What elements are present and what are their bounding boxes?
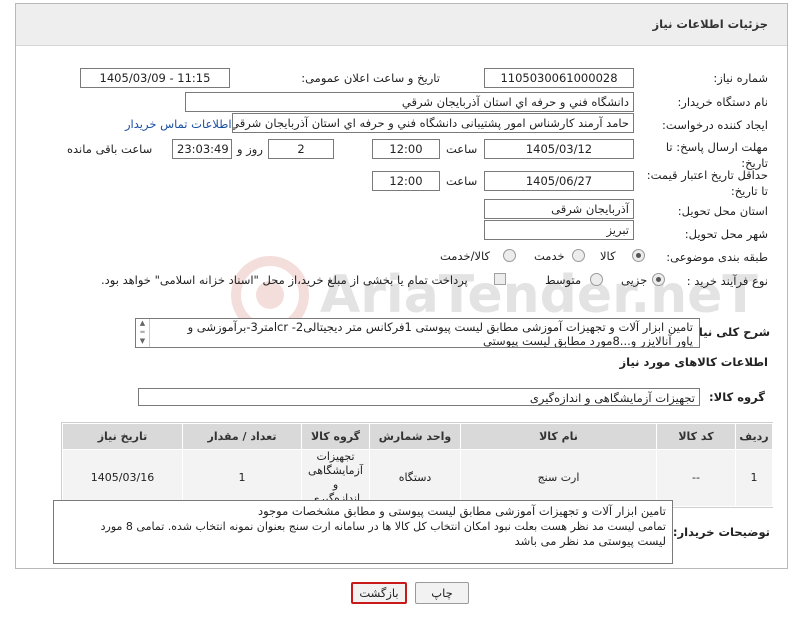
announce-datetime-label: تاریخ و ساعت اعلان عمومی: (301, 71, 440, 85)
buyer-notes-line-2: تمامی لیست مد نظر هست بعلت نبود امکان ان… (100, 520, 666, 533)
col-header-code: کد کالا (656, 423, 736, 450)
goods-group-label: گروه کالا: (709, 390, 765, 404)
validity-time-label: ساعت (446, 174, 478, 188)
cell-unit: دستگاه (369, 449, 461, 507)
remaining-time-field: 23:03:49 (172, 139, 232, 159)
process-option-minor: جزیی (621, 273, 648, 287)
goods-info-heading: اطلاعات کالاهای مورد نیاز (619, 355, 768, 369)
general-desc-label: شرح کلی نیاز: (687, 325, 770, 339)
general-desc-line-1: تامین ابزار آلات و تجهیزات آموزشی مطابق … (187, 320, 693, 334)
announce-datetime-field: 1405/03/09 - 11:15 (80, 68, 230, 88)
category-radio-goods-service[interactable] (503, 249, 516, 262)
col-header-name: نام کالا (460, 423, 657, 450)
send-date-field: 1405/03/12 (484, 139, 634, 159)
city-field: تبریز (484, 220, 634, 240)
table-row[interactable]: 1 -- ارت سنج دستگاه تجهیزات آزمایشگاهی و… (62, 449, 773, 507)
cell-row: 1 (735, 449, 773, 507)
category-radio-service[interactable] (572, 249, 585, 262)
province-label: استان محل تحویل: (677, 204, 768, 218)
treasury-payment-checkbox[interactable] (494, 273, 506, 285)
buyer-notes-line-1: تامین ابزار آلات و تجهیزات آموزشی مطابق … (258, 504, 666, 518)
print-button[interactable]: چاپ (415, 582, 469, 604)
general-desc-line-2: پاور آنالایزر و...8مورد مطابق لیست پیوست… (483, 334, 693, 348)
process-radio-medium[interactable] (590, 273, 603, 286)
page-title: جزئیات اطلاعات نیاز (652, 17, 768, 31)
category-radio-goods[interactable] (632, 249, 645, 262)
need-number-field: 1105030061000028 (484, 68, 634, 88)
scroll-up-icon[interactable]: ▲ (136, 319, 149, 328)
category-option-service: خدمت (534, 249, 565, 263)
buyer-notes-label: توضیحات خریدار: (672, 525, 770, 539)
col-header-group: گروه کالا (301, 423, 370, 450)
buyer-notes-line-3: لیست پیوستی مد نظر می باشد (514, 534, 666, 548)
requester-label: ایجاد کننده درخواست: (662, 118, 768, 132)
col-header-qty: تعداد / مقدار (182, 423, 302, 450)
goods-group-field: تجهیزات آزمایشگاهی و اندازه‌گیری (138, 388, 700, 406)
need-number-label: شماره نیاز: (713, 71, 768, 85)
requester-field: حامد آرمند کارشناس امور پشتیبانی دانشگاه… (232, 113, 634, 133)
scroll-thumb-icon[interactable]: ═ (136, 328, 149, 337)
days-label: روز و (237, 142, 263, 156)
city-label: شهر محل تحویل: (684, 227, 768, 241)
scroll-down-icon[interactable]: ▼ (136, 337, 149, 346)
col-header-unit: واحد شمارش (369, 423, 461, 450)
process-option-medium: متوسط (545, 273, 582, 287)
cell-date: 1405/03/16 (62, 449, 183, 507)
buyer-notes-box: تامین ابزار آلات و تجهیزات آموزشی مطابق … (53, 500, 673, 564)
col-header-date: تاریخ نیاز (62, 423, 183, 450)
send-time-label: ساعت (446, 142, 478, 156)
buyer-contact-link[interactable]: اطلاعات تماس خریدار (125, 117, 232, 131)
cell-code: -- (656, 449, 736, 507)
remaining-label: ساعت باقی مانده (67, 142, 153, 156)
cell-qty: 1 (182, 449, 302, 507)
buyer-org-field: دانشگاه فني و حرفه اي استان آذربايجان شر… (185, 92, 634, 112)
validity-time-field: 12:00 (372, 171, 440, 191)
category-option-goods: کالا (600, 249, 616, 263)
items-table-wrapper: ردیف کد کالا نام کالا واحد شمارش گروه کا… (61, 422, 773, 508)
payment-note: پرداخت تمام یا بخشی از مبلغ خرید،از محل … (101, 273, 468, 287)
general-desc-scrollbar[interactable]: ▲ ═ ▼ (136, 319, 150, 347)
category-label: طبقه بندی موضوعی: (666, 250, 768, 264)
validity-date-field: 1405/06/27 (484, 171, 634, 191)
cell-group: تجهیزات آزمایشگاهی و اندازه‌گیری (301, 449, 370, 507)
send-time-field: 12:00 (372, 139, 440, 159)
items-table: ردیف کد کالا نام کالا واحد شمارش گروه کا… (62, 423, 773, 507)
general-desc-textarea[interactable]: تامین ابزار آلات و تجهیزات آموزشی مطابق … (135, 318, 700, 348)
process-type-label: نوع فرآیند خرید : (686, 274, 768, 288)
back-button[interactable]: بازگشت (351, 582, 407, 604)
process-radio-minor[interactable] (652, 273, 665, 286)
days-field: 2 (268, 139, 334, 159)
category-option-goods-service: کالا/خدمت (440, 249, 491, 263)
buyer-org-label: نام دستگاه خریدار: (677, 95, 768, 109)
col-header-row: ردیف (735, 423, 773, 450)
cell-name: ارت سنج (460, 449, 657, 507)
price-validity-label: حداقل تاریخ اعتبار قیمت: تا تاریخ: (646, 168, 768, 198)
table-header-row: ردیف کد کالا نام کالا واحد شمارش گروه کا… (62, 423, 773, 450)
province-field: آذربایجان شرقی (484, 199, 634, 219)
